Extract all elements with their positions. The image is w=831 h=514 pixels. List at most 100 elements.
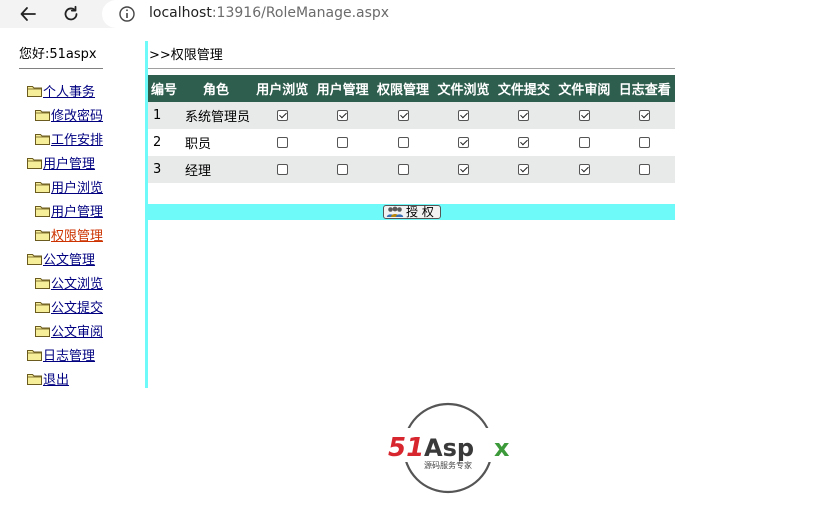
address-bar[interactable]: localhost:13916/RoleManage.aspx: [102, 0, 831, 28]
permission-checkbox[interactable]: [337, 110, 349, 121]
sidebar-item-link[interactable]: 个人事务: [43, 81, 95, 100]
column-header: 用户管理: [312, 75, 373, 102]
sidebar-item[interactable]: 工作安排: [35, 129, 103, 148]
sidebar-item-link[interactable]: 权限管理: [51, 225, 103, 244]
permission-checkbox[interactable]: [518, 137, 530, 148]
folder-icon: [35, 326, 50, 337]
users-icon: [386, 206, 404, 217]
sidebar-item[interactable]: 用户管理: [35, 201, 103, 220]
permission-checkbox[interactable]: [337, 137, 349, 148]
permission-cell: [312, 129, 373, 156]
folder-icon: [35, 110, 50, 121]
sidebar-item[interactable]: 用户管理: [27, 153, 95, 172]
reload-icon: [64, 5, 78, 21]
url-path: :13916/RoleManage.aspx: [211, 5, 390, 21]
sidebar-item[interactable]: 公文提交: [35, 297, 103, 316]
row-id-cell: 1: [148, 102, 180, 129]
greeting-text: 您好:51aspx: [19, 47, 97, 62]
sidebar-item-link[interactable]: 日志管理: [43, 345, 95, 364]
permission-cell: [372, 129, 434, 156]
permission-checkbox[interactable]: [578, 164, 590, 175]
permission-checkbox[interactable]: [578, 137, 590, 148]
folder-icon: [35, 278, 50, 289]
sidebar-item[interactable]: 权限管理: [35, 225, 103, 244]
sidebar-item[interactable]: 修改密码: [35, 105, 103, 124]
url-host: localhost: [149, 5, 212, 21]
permission-cell: [433, 102, 494, 129]
permission-checkbox[interactable]: [276, 164, 288, 175]
breadcrumb-divider: [148, 68, 675, 69]
back-button[interactable]: [16, 2, 40, 26]
logo-brand-dark: Asp: [424, 434, 474, 462]
role-name-cell: 系统管理员: [180, 102, 252, 129]
site-logo: 51 Asp x 源码服务专家: [386, 402, 514, 494]
sidebar-item-link[interactable]: 公文提交: [51, 297, 103, 316]
folder-icon: [35, 134, 50, 145]
authorize-button-label: 授 权: [406, 205, 434, 219]
sidebar-item[interactable]: 公文浏览: [35, 273, 103, 292]
breadcrumb: >>权限管理: [149, 48, 223, 63]
permission-checkbox[interactable]: [639, 137, 651, 148]
sidebar-item-link[interactable]: 用户管理: [43, 153, 95, 172]
page-content: 您好:51aspx 个人事务 修改密码 工作安排 用户管理 用户浏览 用户管理 权限管理 公文…: [6, 28, 831, 514]
sidebar-item-link[interactable]: 修改密码: [51, 105, 103, 124]
permission-cell: [614, 129, 675, 156]
row-id-cell: 3: [148, 156, 180, 183]
column-header: 角色: [180, 75, 252, 102]
table-row: 1 系统管理员: [148, 102, 675, 129]
permission-checkbox[interactable]: [518, 110, 530, 121]
url-text[interactable]: localhost:13916/RoleManage.aspx: [149, 5, 389, 22]
permission-checkbox[interactable]: [639, 110, 651, 121]
permission-cell: [493, 129, 555, 156]
permission-checkbox[interactable]: [578, 110, 590, 121]
permission-cell: [493, 156, 555, 183]
permission-checkbox[interactable]: [457, 164, 469, 175]
permission-checkbox[interactable]: [518, 164, 530, 175]
permission-checkbox[interactable]: [457, 137, 469, 148]
permission-checkbox[interactable]: [276, 137, 288, 148]
sidebar-item[interactable]: 日志管理: [27, 345, 95, 364]
column-header: 文件提交: [493, 75, 555, 102]
sidebar-item[interactable]: 退出: [27, 369, 69, 388]
table-header-row: 编号 角色 用户浏览 用户管理 权限管理 文件浏览 文件提交 文件审阅 日志查看: [148, 75, 675, 102]
permission-cell: [614, 102, 675, 129]
permission-checkbox[interactable]: [457, 110, 469, 121]
sidebar-item-link[interactable]: 公文管理: [43, 249, 95, 268]
folder-icon: [35, 182, 50, 193]
folder-icon: [27, 374, 42, 385]
column-header: 权限管理: [372, 75, 434, 102]
permission-cell: [372, 102, 434, 129]
permission-cell: [252, 102, 313, 129]
permission-cell: [312, 156, 373, 183]
back-arrow-icon: [20, 7, 36, 21]
permission-checkbox[interactable]: [337, 164, 349, 175]
authorize-button[interactable]: 授 权: [383, 205, 441, 219]
sidebar-item[interactable]: 个人事务: [27, 81, 95, 100]
sidebar-item-link[interactable]: 退出: [43, 369, 69, 388]
sidebar-item-link[interactable]: 用户管理: [51, 201, 103, 220]
column-header: 文件浏览: [433, 75, 494, 102]
permission-cell: [252, 156, 313, 183]
folder-icon: [27, 350, 42, 361]
sidebar-item-link[interactable]: 工作安排: [51, 129, 103, 148]
sidebar-item-link[interactable]: 用户浏览: [51, 177, 103, 196]
permission-checkbox[interactable]: [397, 164, 409, 175]
reload-button[interactable]: [59, 2, 83, 26]
permission-cell: [614, 156, 675, 183]
permission-checkbox[interactable]: [276, 110, 288, 121]
info-icon[interactable]: [118, 5, 136, 23]
sidebar-item-link[interactable]: 公文浏览: [51, 273, 103, 292]
sidebar-item[interactable]: 公文审阅: [35, 321, 103, 340]
permission-checkbox[interactable]: [397, 137, 409, 148]
permission-checkbox[interactable]: [639, 164, 651, 175]
action-bar: 授 权: [148, 204, 675, 220]
sidebar-item-link[interactable]: 公文审阅: [51, 321, 103, 340]
permission-checkbox[interactable]: [397, 110, 409, 121]
permission-cell: [493, 102, 555, 129]
permission-cell: [554, 129, 615, 156]
table-row: 2 职员: [148, 129, 675, 156]
logo-brand-red: 51: [388, 433, 424, 463]
permission-cell: [312, 102, 373, 129]
sidebar-item[interactable]: 公文管理: [27, 249, 95, 268]
sidebar-item[interactable]: 用户浏览: [35, 177, 103, 196]
